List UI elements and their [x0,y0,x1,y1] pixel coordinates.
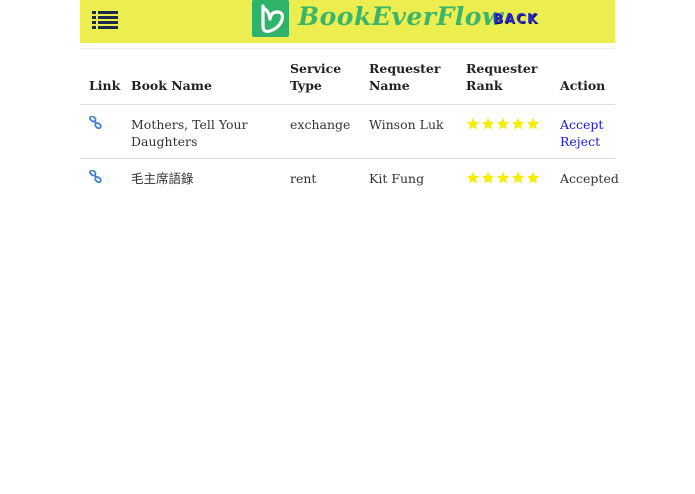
table-row: Mothers, Tell Your Daughters exchange Win… [80,104,615,159]
link-icon[interactable] [89,116,102,129]
requester-rank [457,104,551,159]
requester-rank [457,158,551,196]
header-requester-name: Requester Name [369,61,441,93]
reject-link[interactable]: Reject [560,133,615,150]
requester-name: Winson Luk [360,104,457,159]
star-icon [496,171,510,184]
action-cell: Accepted [551,158,619,196]
header-service-type: Service Type [290,61,342,93]
header-requester-rank: Requester Rank [466,61,538,93]
requester-name: Kit Fung [360,158,457,196]
header-book-name: Book Name [131,78,212,93]
header-action: Action [560,78,606,93]
accept-link[interactable]: Accept [560,116,615,133]
status-text: Accepted [560,171,619,186]
brand-name: BookEverFlow [298,2,504,31]
book-name: Mothers, Tell Your Daughters [122,104,281,159]
top-bar: BookEverFlow BACK [80,0,615,43]
star-icon [481,171,495,184]
header-link: Link [89,78,121,93]
table-row: 毛主席語錄 rent Kit Fung Accepted [80,158,619,196]
book-name: 毛主席語錄 [122,158,281,196]
service-type: rent [281,158,360,196]
service-type: exchange [281,104,360,159]
back-button[interactable]: BACK [493,12,539,27]
star-icon [526,117,540,130]
star-icon [466,117,480,130]
table-header-row: Link Book Name Service Type Requester Name… [80,49,615,105]
star-icon [511,117,525,130]
requests-table: Link Book Name Service Type Requester Name… [80,48,619,196]
rank-stars [466,170,540,184]
star-icon [526,171,540,184]
star-icon [496,117,510,130]
action-cell: Accept Reject [551,104,615,159]
star-icon [511,171,525,184]
heart-b-logo-icon [252,0,289,37]
star-icon [481,117,495,130]
star-icon [466,171,480,184]
link-icon[interactable] [89,170,102,183]
rank-stars [466,116,540,130]
list-icon[interactable] [92,10,118,30]
